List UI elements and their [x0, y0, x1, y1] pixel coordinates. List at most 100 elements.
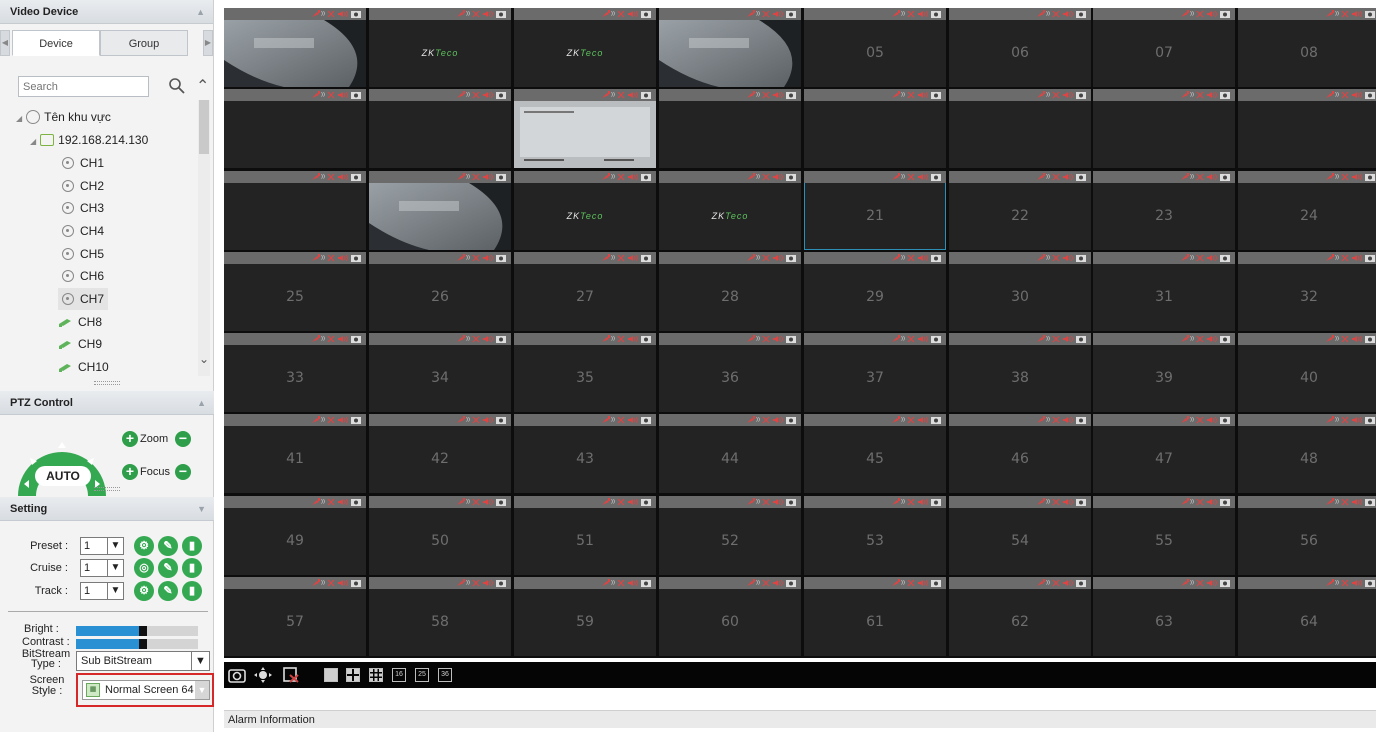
search-input[interactable]: [18, 76, 149, 97]
cell-indicators-icon[interactable]: )): [746, 9, 798, 19]
video-cell[interactable]: )) 30: [949, 252, 1091, 331]
video-cell[interactable]: )): [369, 89, 511, 168]
video-cell[interactable]: )) 56: [1238, 496, 1376, 575]
ptz-toggle-icon[interactable]: [254, 667, 272, 683]
collapse-icon[interactable]: ▲: [197, 391, 206, 415]
video-cell[interactable]: )) 29: [804, 252, 946, 331]
cell-indicators-icon[interactable]: )): [601, 253, 653, 263]
video-cell[interactable]: )) 07: [1093, 8, 1235, 87]
video-cell[interactable]: )) ZKTeco: [369, 8, 511, 87]
video-cell[interactable]: )) 54: [949, 496, 1091, 575]
cell-indicators-icon[interactable]: )): [311, 415, 363, 425]
cell-indicators-icon[interactable]: )): [1325, 253, 1376, 263]
video-cell[interactable]: )): [1093, 89, 1235, 168]
cell-indicators-icon[interactable]: )): [1036, 334, 1088, 344]
tab-group[interactable]: Group: [100, 30, 188, 56]
zoom-in-icon[interactable]: +: [122, 431, 138, 447]
cell-indicators-icon[interactable]: )): [456, 9, 508, 19]
cell-indicators-icon[interactable]: )): [1325, 497, 1376, 507]
video-cell[interactable]: )) ZKTeco: [659, 171, 801, 250]
cell-indicators-icon[interactable]: )): [1325, 9, 1376, 19]
video-cell[interactable]: )): [659, 8, 801, 87]
tree-channel[interactable]: CH3: [62, 197, 104, 219]
cell-indicators-icon[interactable]: )): [601, 578, 653, 588]
cell-indicators-icon[interactable]: )): [891, 253, 943, 263]
video-cell[interactable]: )): [224, 89, 366, 168]
track-select[interactable]: 1 ▼: [80, 582, 124, 600]
cell-indicators-icon[interactable]: )): [1180, 172, 1232, 182]
track-start-button[interactable]: ⚙: [134, 581, 154, 601]
chevron-down-icon[interactable]: ▼: [195, 681, 209, 699]
video-cell[interactable]: )) ZKTeco: [514, 8, 656, 87]
video-cell[interactable]: )) 59: [514, 577, 656, 656]
video-cell[interactable]: )) 61: [804, 577, 946, 656]
cell-indicators-icon[interactable]: )): [891, 9, 943, 19]
stop-all-icon[interactable]: [282, 667, 300, 683]
layout-36-button[interactable]: 36: [438, 668, 452, 682]
ptz-header[interactable]: PTZ Control ▲: [0, 391, 214, 415]
video-cell[interactable]: )) 42: [369, 414, 511, 493]
chevron-down-icon[interactable]: ▼: [191, 652, 209, 670]
scrollbar-thumb[interactable]: [199, 100, 209, 154]
cell-indicators-icon[interactable]: )): [746, 415, 798, 425]
video-cell[interactable]: )) 51: [514, 496, 656, 575]
snapshot-icon[interactable]: [228, 667, 246, 683]
video-cell[interactable]: )) 63: [1093, 577, 1235, 656]
layout-4-button[interactable]: [346, 668, 360, 682]
cell-indicators-icon[interactable]: )): [1036, 172, 1088, 182]
cell-indicators-icon[interactable]: )): [1325, 172, 1376, 182]
video-cell[interactable]: )): [224, 171, 366, 250]
cell-indicators-icon[interactable]: )): [311, 334, 363, 344]
scroll-up-icon[interactable]: ⌃: [196, 76, 209, 96]
cell-indicators-icon[interactable]: )): [601, 172, 653, 182]
video-cell[interactable]: )) 50: [369, 496, 511, 575]
cell-indicators-icon[interactable]: )): [601, 497, 653, 507]
layout-1-button[interactable]: [324, 668, 338, 682]
preset-call-button[interactable]: ⚙: [134, 536, 154, 556]
video-cell[interactable]: )) 37: [804, 333, 946, 412]
video-cell[interactable]: )) 44: [659, 414, 801, 493]
cell-indicators-icon[interactable]: )): [601, 90, 653, 100]
screen-style-select[interactable]: ▦ Normal Screen 64 ▼: [82, 680, 210, 700]
resize-grip[interactable]: [94, 487, 120, 491]
cell-indicators-icon[interactable]: )): [456, 253, 508, 263]
video-cell[interactable]: )): [224, 8, 366, 87]
video-cell[interactable]: )) 49: [224, 496, 366, 575]
cell-indicators-icon[interactable]: )): [746, 90, 798, 100]
video-cell[interactable]: )) 21: [804, 171, 946, 250]
video-cell[interactable]: )) ZKTeco: [514, 171, 656, 250]
tab-device[interactable]: Device: [12, 30, 100, 56]
cruise-start-button[interactable]: ◎: [134, 558, 154, 578]
cell-indicators-icon[interactable]: )): [311, 90, 363, 100]
cell-indicators-icon[interactable]: )): [891, 415, 943, 425]
cell-indicators-icon[interactable]: )): [1036, 90, 1088, 100]
cell-indicators-icon[interactable]: )): [601, 334, 653, 344]
video-cell[interactable]: )) 38: [949, 333, 1091, 412]
tree-channel[interactable]: CH8: [58, 311, 102, 333]
tree-scrollbar[interactable]: ⌄: [198, 100, 210, 376]
layout-16-button[interactable]: 16: [392, 668, 406, 682]
cruise-delete-button[interactable]: ▮: [182, 558, 202, 578]
video-cell[interactable]: )) 45: [804, 414, 946, 493]
video-cell[interactable]: )) 06: [949, 8, 1091, 87]
tree-channel[interactable]: CH2: [62, 175, 104, 197]
video-cell[interactable]: )) 33: [224, 333, 366, 412]
resize-grip[interactable]: [94, 381, 120, 385]
cell-indicators-icon[interactable]: )): [456, 172, 508, 182]
video-cell[interactable]: )) 39: [1093, 333, 1235, 412]
cell-indicators-icon[interactable]: )): [1180, 90, 1232, 100]
video-cell[interactable]: )) 23: [1093, 171, 1235, 250]
cell-indicators-icon[interactable]: )): [456, 578, 508, 588]
cell-indicators-icon[interactable]: )): [311, 9, 363, 19]
cell-indicators-icon[interactable]: )): [891, 90, 943, 100]
cell-indicators-icon[interactable]: )): [1036, 253, 1088, 263]
cell-indicators-icon[interactable]: )): [1180, 415, 1232, 425]
tree-channel[interactable]: CH6: [62, 265, 104, 287]
cell-indicators-icon[interactable]: )): [1325, 334, 1376, 344]
video-device-header[interactable]: Video Device ▲: [0, 0, 213, 24]
bright-slider[interactable]: [76, 626, 198, 636]
video-cell[interactable]: )) 41: [224, 414, 366, 493]
video-cell[interactable]: )) 57: [224, 577, 366, 656]
video-cell[interactable]: )): [514, 89, 656, 168]
cell-indicators-icon[interactable]: )): [1325, 90, 1376, 100]
